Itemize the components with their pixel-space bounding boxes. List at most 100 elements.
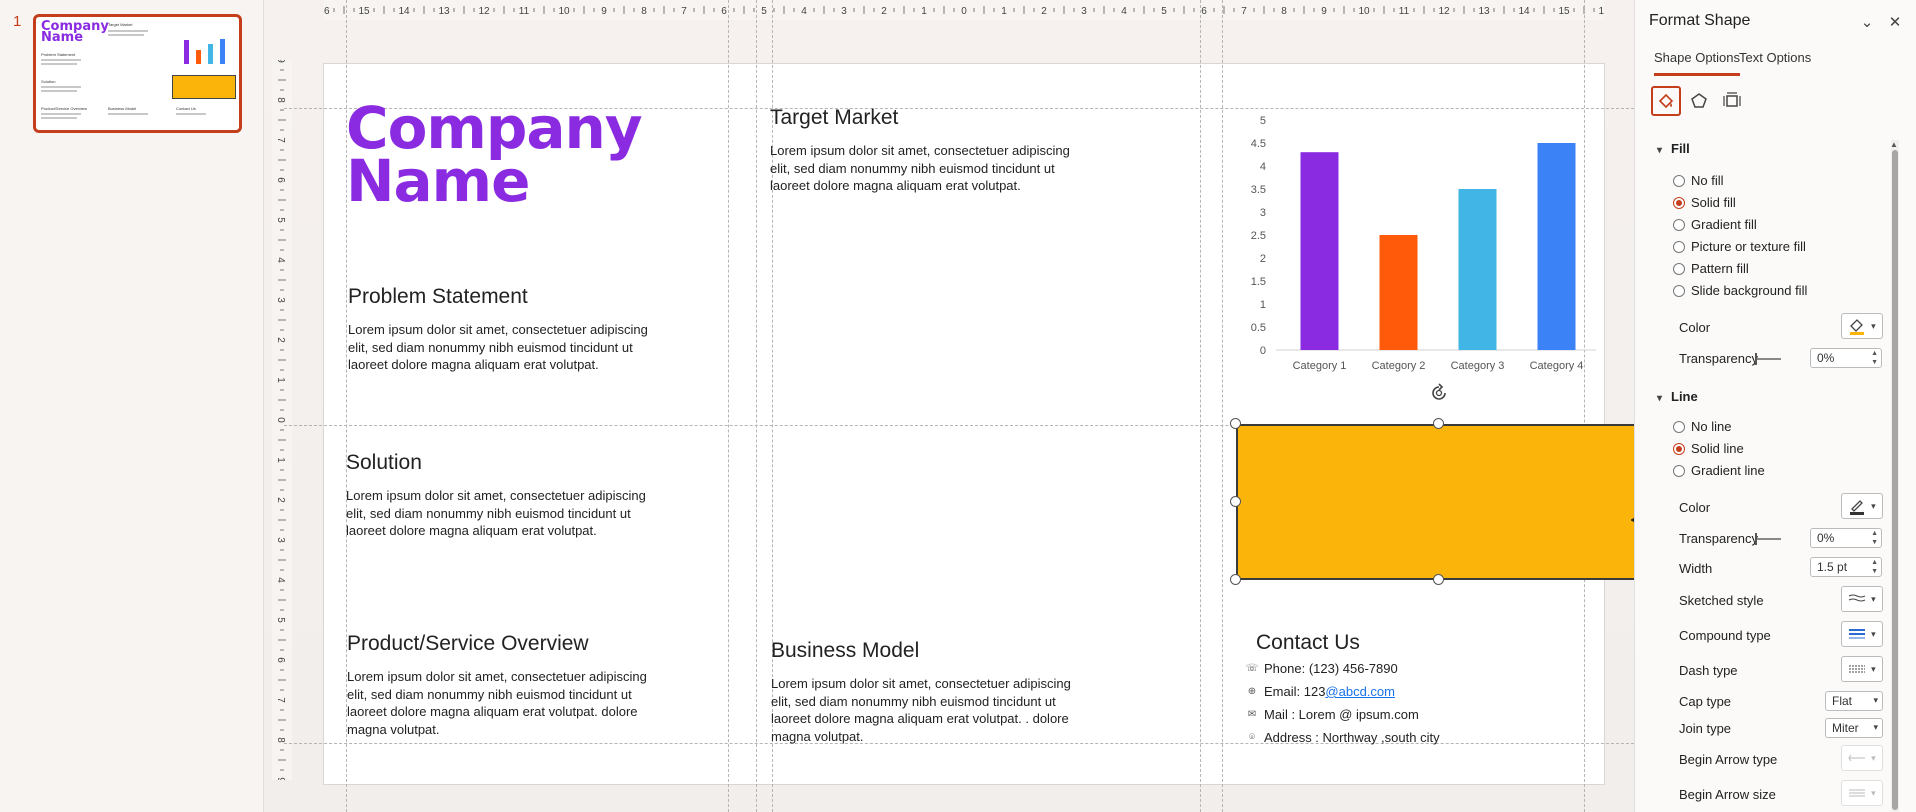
radio-pattern-fill[interactable]: Pattern fill <box>1673 261 1749 276</box>
bar[interactable] <box>1458 189 1497 350</box>
join-type-dropdown[interactable]: Miter ▾ <box>1825 718 1883 738</box>
resize-handle-bottom-left[interactable] <box>1230 574 1241 585</box>
pane-scrollbar[interactable] <box>1891 140 1899 812</box>
slide-thumbnail-pane: 1 Company Name Target Market Problem Sta… <box>0 0 264 812</box>
radio-solid-line[interactable]: Solid line <box>1673 441 1744 456</box>
spinner-icon[interactable]: ▲ ▼ <box>1871 349 1878 367</box>
fill-line-icon[interactable] <box>1651 86 1681 116</box>
bar[interactable] <box>1300 152 1339 350</box>
resize-handle-top-left[interactable] <box>1230 418 1241 429</box>
line-width-input[interactable]: 1.5 pt ▲ ▼ <box>1810 557 1882 577</box>
business-model-title[interactable]: Business Model <box>771 639 919 663</box>
line-transparency-input[interactable]: 0% ▲ ▼ <box>1810 528 1882 548</box>
scrollbar-thumb[interactable] <box>1892 150 1898 810</box>
radio-label: No line <box>1691 419 1732 434</box>
thumbnail-heading: Product/Service Overview <box>41 106 88 111</box>
close-icon[interactable]: ✕ <box>1885 12 1905 32</box>
sketched-style-dropdown[interactable]: ▾ <box>1841 586 1883 612</box>
target-market-title[interactable]: Target Market <box>770 106 898 130</box>
contact-email[interactable]: ⊕ Email: 123@abcd.com <box>1246 684 1395 699</box>
product-overview-title[interactable]: Product/Service Overview <box>347 632 589 656</box>
ruler-tick-label: 6 <box>275 177 286 183</box>
paint-bucket-icon <box>1850 319 1865 335</box>
dash-type-label: Dash type <box>1679 663 1738 678</box>
solution-body[interactable]: Lorem ipsum dolor sit amet, consectetuer… <box>346 487 666 540</box>
scroll-up-icon[interactable]: ▲ <box>1890 140 1898 149</box>
begin-arrow-type-dropdown[interactable]: ▾ <box>1841 745 1883 771</box>
fill-transparency-input[interactable]: 0% ▲ ▼ <box>1810 348 1882 368</box>
problem-statement-body[interactable]: Lorem ipsum dolor sit amet, consectetuer… <box>348 321 668 374</box>
ruler-tick-label: 1 <box>1001 6 1007 17</box>
x-tick-label: Category 1 <box>1293 360 1347 372</box>
thumbnail-heading: Contact Us <box>176 106 196 111</box>
contact-mail[interactable]: ✉ Mail : Lorem @ ipsum.com <box>1246 707 1419 722</box>
ruler-tick-label: 6 <box>275 657 286 663</box>
fill-transparency-slider[interactable] <box>1755 353 1781 365</box>
ruler-tick-label: 4 <box>275 577 286 583</box>
radio-no-fill[interactable]: No fill <box>1673 173 1724 188</box>
chevron-down-icon[interactable]: ⌄ <box>1857 12 1877 32</box>
begin-arrow-size-label: Begin Arrow size <box>1679 787 1776 802</box>
globe-icon: ⊕ <box>1247 686 1257 697</box>
contact-mail-text: Mail : Lorem @ ipsum.com <box>1264 707 1419 722</box>
target-market-body[interactable]: Lorem ipsum dolor sit amet, consectetuer… <box>770 142 1090 195</box>
thumbnail-heading: Target Market <box>108 22 133 27</box>
radio-gradient-line[interactable]: Gradient line <box>1673 463 1765 478</box>
contact-phone[interactable]: ☏ Phone: (123) 456-7890 <box>1246 661 1398 676</box>
rotate-handle-icon[interactable] <box>1428 382 1450 404</box>
spinner-icon[interactable]: ▲ ▼ <box>1871 558 1878 576</box>
tab-text-options[interactable]: Text Options <box>1739 50 1811 65</box>
ruler-tick-label: 8 <box>641 6 647 17</box>
ruler-tick-label: 1 <box>275 457 286 463</box>
thumbnail-company-name: Company Name <box>41 19 109 45</box>
ruler-tick-label: 7 <box>1241 6 1247 17</box>
resize-handle-top[interactable] <box>1433 418 1444 429</box>
radio-solid-fill[interactable]: Solid fill <box>1673 195 1736 210</box>
fill-section-header[interactable]: ▾ Fill <box>1657 141 1690 156</box>
radio-slide-background-fill[interactable]: Slide background fill <box>1673 283 1807 298</box>
line-color-label: Color <box>1679 500 1711 515</box>
fill-color-picker[interactable]: ▾ <box>1841 313 1883 339</box>
ruler-tick-label: 5 <box>275 617 286 623</box>
ruler-tick-label: 16 <box>1598 6 1604 17</box>
company-name[interactable]: Company Name <box>346 99 643 215</box>
line-color-picker[interactable]: ▾ <box>1841 493 1883 519</box>
problem-statement-title[interactable]: Problem Statement <box>348 285 528 309</box>
solution-title[interactable]: Solution <box>346 451 422 475</box>
radio-label: Gradient fill <box>1691 217 1757 232</box>
product-overview-body[interactable]: Lorem ipsum dolor sit amet, consectetuer… <box>347 668 667 738</box>
dash-type-dropdown[interactable]: ▾ <box>1841 656 1883 682</box>
slide-canvas[interactable]: Company Name Target Market Lorem ipsum d… <box>284 0 1634 812</box>
size-properties-icon[interactable] <box>1717 86 1747 116</box>
x-tick-label: Category 4 <box>1530 360 1584 372</box>
line-section-header[interactable]: ▾ Line <box>1657 389 1698 404</box>
radio-gradient-fill[interactable]: Gradient fill <box>1673 217 1757 232</box>
effects-icon[interactable] <box>1684 86 1714 116</box>
bar[interactable] <box>1379 235 1418 350</box>
sketched-line-icon <box>1849 594 1866 602</box>
vertical-ruler[interactable]: 9876543210123456789 <box>272 60 292 780</box>
email-link[interactable]: @abcd.com <box>1325 684 1395 699</box>
cap-type-dropdown[interactable]: Flat ▾ <box>1825 691 1883 711</box>
company-name-line2: Name <box>346 147 530 215</box>
resize-handle-left[interactable] <box>1230 496 1241 507</box>
line-header-label: Line <box>1671 389 1698 404</box>
radio-picture-fill[interactable]: Picture or texture fill <box>1673 239 1806 254</box>
arrow-size-icon <box>1849 789 1866 797</box>
bar[interactable] <box>1537 143 1576 350</box>
slide-thumbnail[interactable]: Company Name Target Market Problem State… <box>33 14 242 133</box>
line-transparency-slider[interactable] <box>1755 533 1781 545</box>
radio-no-line[interactable]: No line <box>1673 419 1731 434</box>
ruler-tick-label: 11 <box>1399 6 1410 17</box>
spinner-icon[interactable]: ▲ ▼ <box>1871 529 1878 547</box>
selected-rectangle-shape[interactable] <box>1236 424 1634 580</box>
resize-handle-bottom[interactable] <box>1433 574 1444 585</box>
tab-shape-options[interactable]: Shape Options <box>1654 50 1741 76</box>
contact-address[interactable]: ⌾ Address : Northway ,south city <box>1246 730 1440 745</box>
begin-arrow-size-dropdown[interactable]: ▾ <box>1841 780 1883 806</box>
contact-us-title[interactable]: Contact Us <box>1256 631 1360 655</box>
compound-type-dropdown[interactable]: ▾ <box>1841 621 1883 647</box>
business-model-body[interactable]: Lorem ipsum dolor sit amet, consectetuer… <box>771 675 1091 745</box>
horizontal-ruler[interactable]: 1615141312111098765432101234567891011121… <box>324 0 1604 20</box>
bar-chart[interactable]: 0 0.5 1 1.5 2 2.5 3 3.5 4 4.5 5 Category 1 Category … <box>1236 108 1606 388</box>
